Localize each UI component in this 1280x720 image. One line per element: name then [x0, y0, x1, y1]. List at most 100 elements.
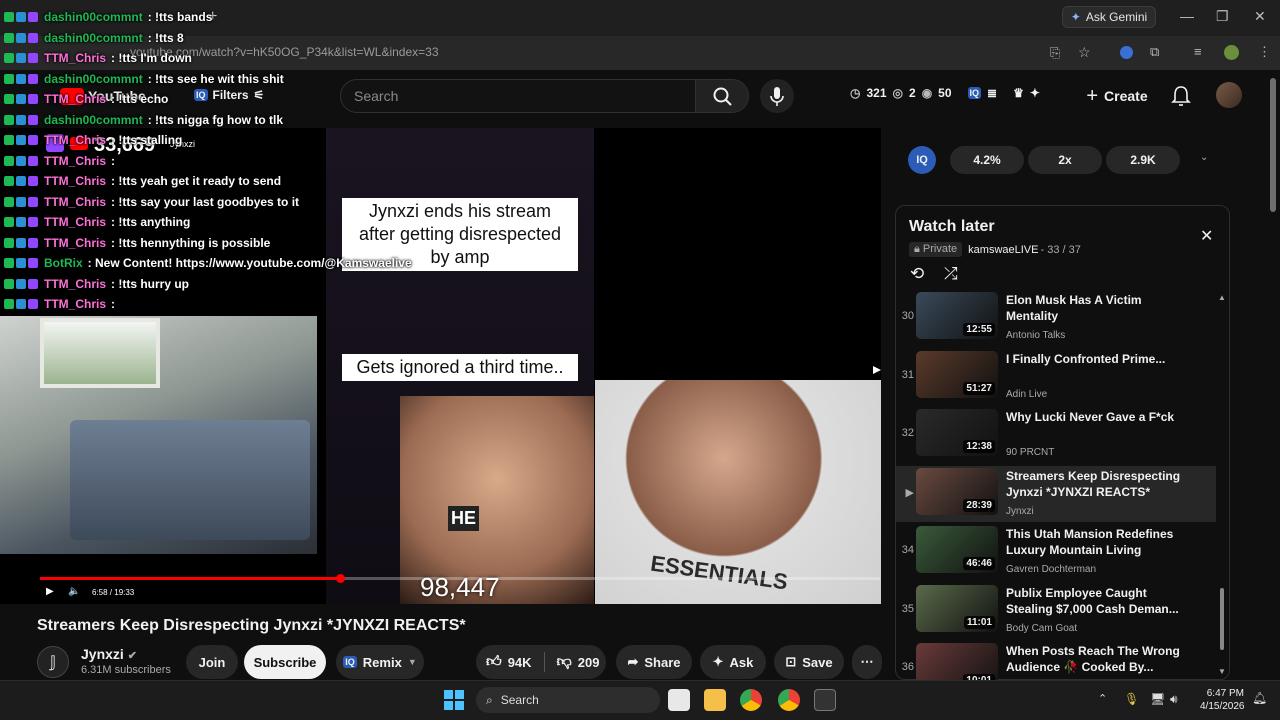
maximize-icon[interactable]: ❐ — [1216, 8, 1229, 25]
close-window-icon[interactable]: ✕ — [1254, 8, 1266, 25]
iq-logo-icon[interactable]: IQ — [908, 146, 936, 174]
filters-button[interactable]: IQ Filters ⚟ — [194, 88, 264, 102]
recording-app-icon[interactable] — [814, 689, 836, 711]
divider — [543, 652, 545, 672]
playlist-item[interactable]: 35 11:01 Publix Employee Caught Stealing $… — [896, 583, 1216, 639]
windows-start-icon[interactable] — [444, 690, 464, 710]
playlist-owner[interactable]: kamswaeLIVE — [968, 244, 1038, 256]
gemini-icon: ✦ — [1070, 10, 1081, 24]
playlist-item-title[interactable]: Publix Employee Caught Stealing $7,000 C… — [1006, 585, 1186, 617]
extensions-puzzle-icon[interactable]: ⧉ — [1150, 44, 1159, 60]
store-icon[interactable] — [668, 689, 690, 711]
chrome-icon[interactable] — [740, 689, 762, 711]
subscribe-button[interactable]: Subscribe — [244, 645, 326, 679]
thumbs-up-icon[interactable]: 👍︎ — [486, 653, 502, 671]
play-icon[interactable]: ▶ — [46, 586, 54, 597]
playlist-item-title[interactable]: Elon Musk Has A Victim Mentality — [1006, 292, 1186, 324]
page-scrollbar[interactable] — [1270, 78, 1276, 212]
network-icon[interactable]: 🖥︎ — [1150, 692, 1165, 706]
extension-stats[interactable]: ◷ 321 ◎ 2 ◉ 50 IQ ≣ ♛ ✦ — [850, 86, 1040, 100]
more-actions-button[interactable]: ⋯ — [852, 645, 882, 679]
voice-search-button[interactable] — [760, 79, 794, 113]
playlist-scrollbar[interactable] — [1220, 588, 1224, 650]
progress-scrubber[interactable] — [335, 574, 345, 583]
playlist-item-title[interactable]: Streamers Keep Disrespecting Jynxzi *JYN… — [1006, 468, 1186, 500]
chat-badge-icon — [28, 12, 38, 22]
playlist-title[interactable]: Watch later — [909, 218, 995, 236]
playlist-item[interactable]: ▶ 28:39 Streamers Keep Disrespecting Jynxz… — [896, 465, 1216, 522]
account-avatar[interactable] — [1216, 82, 1242, 108]
search-button[interactable] — [695, 79, 749, 113]
playlist-item-channel: Jynxzi — [1006, 505, 1034, 517]
video-thumbnail[interactable]: 46:46 — [916, 526, 998, 573]
iq-chip-2[interactable]: 2x — [1028, 146, 1102, 174]
playlist-item[interactable]: 30 12:55 Elon Musk Has A Victim Mentality A… — [896, 290, 1216, 346]
chat-text: : !tts hurry up — [111, 276, 190, 291]
chat-text: : New Content! https://www.youtube.com/@… — [87, 256, 412, 270]
media-control-icon[interactable]: ≡ — [1194, 44, 1202, 59]
remix-button[interactable]: IQ Remix ▼ — [336, 645, 424, 679]
chat-badge-icon — [28, 53, 38, 63]
playlist-item-title[interactable]: When Posts Reach The Wrong Audience 🥀 Co… — [1006, 643, 1186, 675]
mic-icon — [770, 87, 784, 106]
tray-chevron-icon[interactable]: ⌃ — [1098, 692, 1107, 705]
close-playlist-icon[interactable]: ✕ — [1200, 226, 1213, 246]
install-icon[interactable]: ⎘ — [1050, 45, 1060, 61]
playlist-item[interactable]: 32 12:38 Why Lucki Never Gave a F*ck 90 PRC… — [896, 407, 1216, 463]
ask-button[interactable]: ✦ Ask — [700, 645, 766, 679]
browser-menu-icon[interactable]: ⋮ — [1258, 44, 1271, 60]
file-explorer-icon[interactable] — [704, 689, 726, 711]
video-duration: 12:38 — [963, 440, 995, 453]
ask-gemini-button[interactable]: ✦ Ask Gemini — [1062, 6, 1156, 28]
mic-tray-icon[interactable]: 🎙︎ — [1124, 692, 1139, 706]
playlist-item-title[interactable]: Why Lucki Never Gave a F*ck — [1006, 409, 1186, 425]
iq-chip-3[interactable]: 2.9K — [1106, 146, 1180, 174]
chat-badge-icon — [28, 258, 38, 268]
chevron-down-icon[interactable]: ⌄ — [1200, 152, 1208, 163]
iq-chip-1[interactable]: 4.2% — [950, 146, 1024, 174]
search-icon — [713, 87, 732, 106]
chat-username: TTM_Chris — [44, 235, 107, 250]
more-icon: ⋯ — [860, 654, 874, 669]
speaker-icon[interactable]: 🔊︎ — [1170, 692, 1178, 707]
bookmark-star-icon[interactable]: ☆ — [1078, 44, 1091, 61]
chrome-profile-icon[interactable] — [778, 689, 800, 711]
thumbs-down-icon[interactable]: 👎︎ — [557, 653, 572, 671]
channel-avatar[interactable]: 𝕁 — [37, 646, 69, 678]
join-button[interactable]: Join — [186, 645, 238, 679]
search-input[interactable]: Search — [340, 79, 696, 113]
share-button[interactable]: ➦ Share — [616, 645, 692, 679]
video-thumbnail[interactable]: 12:38 — [916, 409, 998, 456]
chat-badge-icon — [4, 94, 14, 104]
playlist-item[interactable]: 34 46:46 This Utah Mansion Redefines Luxur… — [896, 524, 1216, 580]
extension-icon[interactable] — [1120, 46, 1133, 59]
chat-username: TTM_Chris — [44, 194, 107, 209]
create-button[interactable]: + Create — [1077, 79, 1157, 113]
chat-message: TTM_Chris: !tts stalling — [4, 133, 182, 147]
like-count[interactable]: 94K — [508, 655, 532, 670]
video-thumbnail[interactable]: 12:55 — [916, 292, 998, 339]
shuffle-icon[interactable]: ⤮ — [944, 264, 958, 284]
playlist-item[interactable]: 31 51:27 I Finally Confronted Prime... Adin… — [896, 349, 1216, 405]
profile-avatar[interactable] — [1224, 45, 1239, 60]
taskbar-clock[interactable]: 6:47 PM 4/15/2026 — [1200, 687, 1245, 713]
taskbar-search[interactable]: ⌕ Search — [476, 687, 660, 713]
video-duration: 28:39 — [963, 498, 995, 512]
minimize-icon[interactable]: — — [1180, 8, 1194, 24]
playlist-item-title[interactable]: I Finally Confronted Prime... — [1006, 351, 1186, 367]
notification-center-icon[interactable]: 🔔︎ — [1252, 691, 1267, 705]
dislike-count[interactable]: 209 — [578, 655, 600, 670]
save-button[interactable]: ⊡ Save — [774, 645, 844, 679]
volume-icon[interactable]: 🔈 — [68, 586, 80, 597]
video-thumbnail[interactable]: 28:39 — [916, 467, 998, 515]
playlist-item-title[interactable]: This Utah Mansion Redefines Luxury Mount… — [1006, 526, 1186, 558]
scroll-up-icon[interactable]: ▲ — [1218, 293, 1226, 302]
channel-name[interactable]: Jynxzi ✔ — [81, 646, 137, 662]
video-thumbnail[interactable]: 11:01 — [916, 584, 998, 632]
video-duration: 51:27 — [963, 381, 995, 395]
video-thumbnail[interactable]: 51:27 — [916, 350, 998, 398]
chat-username: TTM_Chris — [44, 276, 107, 291]
notifications-bell-icon[interactable] — [1170, 84, 1192, 108]
scroll-down-icon[interactable]: ▼ — [1218, 667, 1226, 676]
loop-icon[interactable]: ⟲ — [910, 264, 924, 284]
